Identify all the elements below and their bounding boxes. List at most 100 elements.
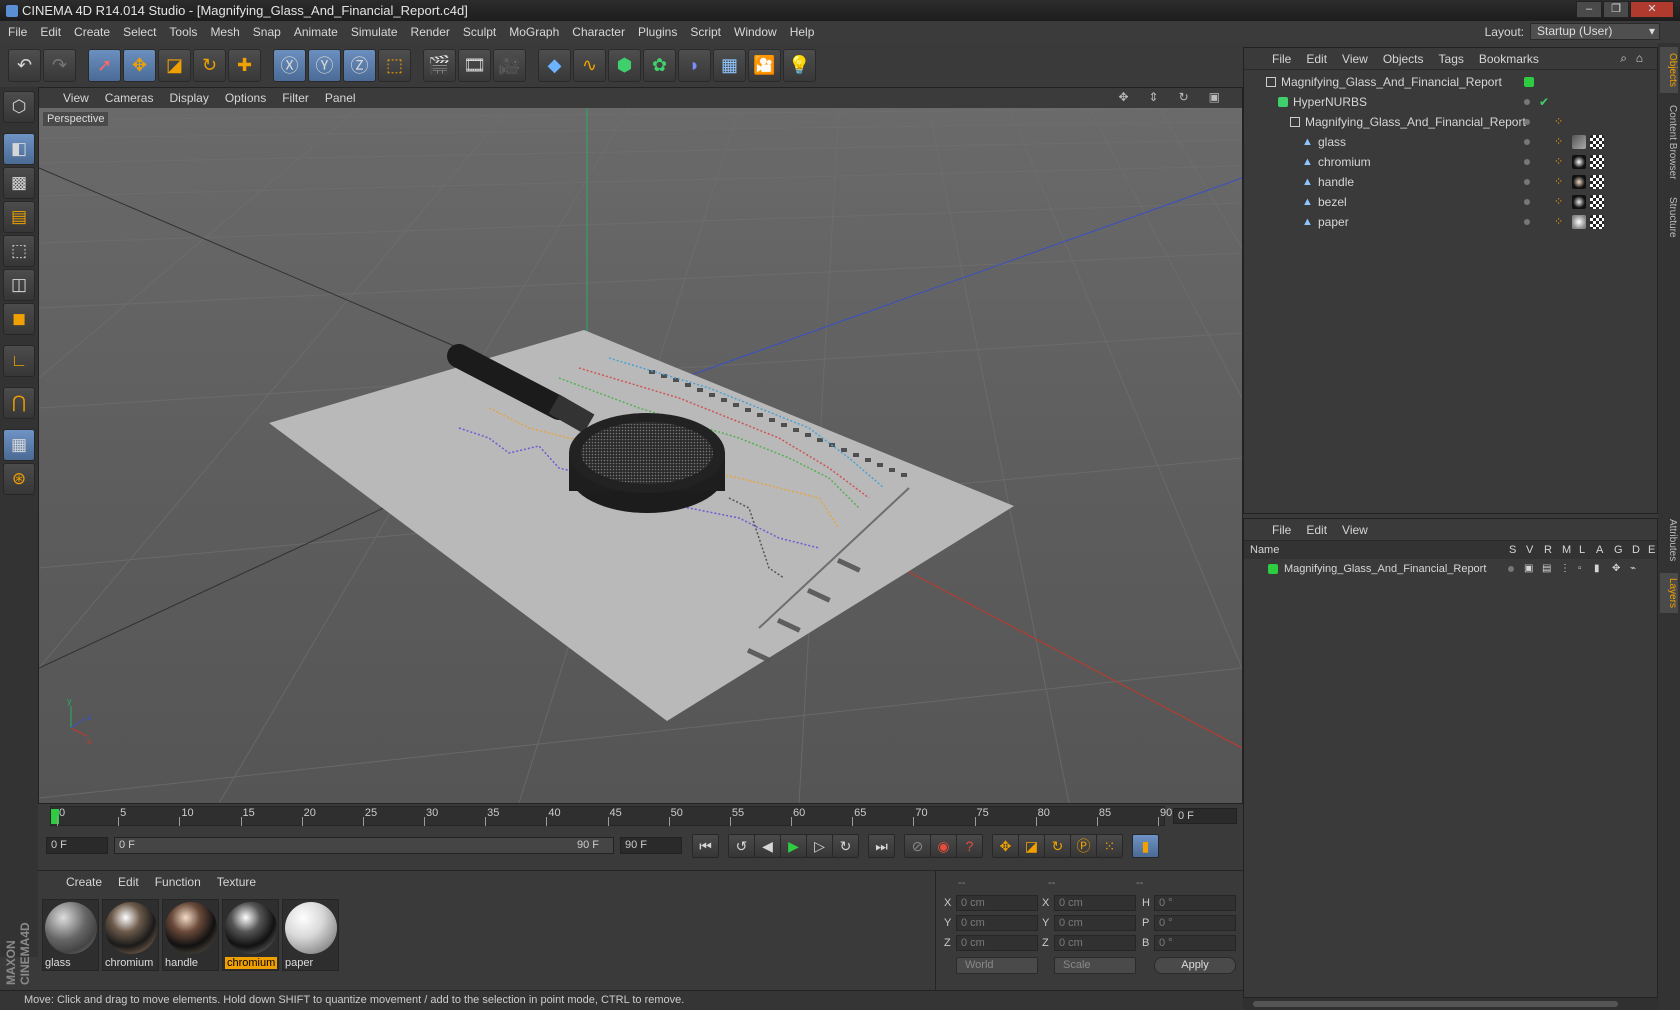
menu-create[interactable]: Create [74,25,110,39]
material-paper[interactable]: paper [282,899,339,971]
menu-sculpt[interactable]: Sculpt [463,25,496,39]
layer-solo-dot[interactable] [1508,566,1514,572]
next-frame-button[interactable]: ▷ [806,834,833,858]
add-camera-button[interactable]: 🎦 [748,48,781,82]
menu-window[interactable]: Window [734,25,777,39]
layers-menu-edit[interactable]: Edit [1306,523,1327,537]
material-tag-icon[interactable] [1572,215,1586,229]
viewport-orbit-icon[interactable]: ↻ [1179,90,1189,104]
layer-lock-icon[interactable]: ▫ [1578,559,1582,579]
viewport-pan-icon[interactable]: ✥ [1118,90,1128,104]
menu-plugins[interactable]: Plugins [638,25,677,39]
start-frame-field[interactable]: 0 F [46,837,108,854]
material-menu-edit[interactable]: Edit [118,875,139,889]
layers-menu-file[interactable]: File [1272,523,1291,537]
y-axis-lock-button[interactable]: Ⓨ [308,48,341,82]
soft-selection-button[interactable]: ⊛ [3,463,35,495]
axis-mode-button[interactable]: ∟ [3,345,35,377]
phong-tag-icon[interactable]: ⁘ [1554,152,1563,172]
coordinate-system-button[interactable]: ⬚ [378,48,411,82]
tab-objects[interactable]: Objects [1660,47,1678,93]
apply-button[interactable]: Apply [1154,957,1236,974]
menu-render[interactable]: Render [411,25,450,39]
autokey-button[interactable]: ◉ [930,834,957,858]
texture-mode-button[interactable]: ▩ [3,167,35,199]
layer-generator-icon[interactable]: ✥ [1612,559,1620,579]
x-axis-lock-button[interactable]: Ⓧ [273,48,306,82]
menu-character[interactable]: Character [572,25,625,39]
live-selection-button[interactable]: ➚ [88,48,121,82]
material-menu-create[interactable]: Create [66,875,102,889]
visibility-dot[interactable] [1524,99,1530,105]
material-menu-function[interactable]: Function [155,875,201,889]
menu-help[interactable]: Help [790,25,815,39]
layer-animation-icon[interactable]: ▮ [1594,559,1600,579]
workplane-lock-button[interactable]: ▦ [3,429,35,461]
render-picture-viewer-button[interactable]: 🎞 [458,48,491,82]
objects-menu-edit[interactable]: Edit [1306,52,1327,66]
menu-simulate[interactable]: Simulate [351,25,398,39]
viewport-menu-display[interactable]: Display [169,91,208,105]
size-z-field[interactable]: 0 cm [1054,935,1136,951]
material-tag-icon[interactable] [1572,155,1586,169]
key-parameter-button[interactable]: Ⓟ [1070,834,1097,858]
move-tool-button[interactable]: ✥ [123,48,156,82]
record-keys-button[interactable]: ⊘ [904,834,931,858]
points-mode-button[interactable]: ⬚ [3,235,35,267]
redo-button[interactable]: ↷ [43,48,76,82]
menu-animate[interactable]: Animate [294,25,338,39]
close-button[interactable]: ✕ [1630,1,1674,18]
go-to-start-button[interactable]: ⏮ [692,834,719,858]
viewport-toggle-icon[interactable]: ▣ [1209,90,1220,104]
previous-frame-button[interactable]: ◀ [754,834,781,858]
perspective-viewport[interactable]: View Cameras Display Options Filter Pane… [38,87,1243,804]
visibility-dot[interactable] [1524,199,1530,205]
timeline-ruler[interactable]: 0 5 10 15 20 25 30 35 40 45 50 55 60 65 70 75 80 85 90 [50,806,1172,826]
object-row[interactable]: Magnifying_Glass_And_Financial_Report ⁘ [1244,112,1657,132]
render-view-button[interactable]: 🎬 [423,48,456,82]
object-row[interactable]: ▲ bezel ⁘ [1244,192,1657,212]
object-row[interactable]: HyperNURBS ✔ [1244,92,1657,112]
key-pla-button[interactable]: ⁙ [1096,834,1123,858]
menu-edit[interactable]: Edit [40,25,61,39]
add-deformer-button[interactable]: ◗ [678,48,711,82]
phong-tag-icon[interactable]: ⁘ [1554,132,1563,152]
phong-tag-icon[interactable]: ⁘ [1554,212,1563,232]
material-tag-icon[interactable] [1572,135,1586,149]
search-icon[interactable]: ⌕ [1620,51,1627,66]
layers-menu-view[interactable]: View [1342,523,1368,537]
visibility-dot[interactable] [1524,219,1530,225]
next-key-button[interactable]: ↻ [832,834,859,858]
objects-menu-bookmarks[interactable]: Bookmarks [1479,52,1539,66]
tab-attributes[interactable]: Attributes [1660,513,1678,567]
object-row[interactable]: ▲ handle ⁘ [1244,172,1657,192]
object-row[interactable]: ▲ paper ⁘ [1244,212,1657,232]
current-frame-field[interactable]: 0 F [1173,808,1237,824]
polygons-mode-button[interactable]: ◼ [3,303,35,335]
menu-tools[interactable]: Tools [169,25,197,39]
previous-key-button[interactable]: ↺ [728,834,755,858]
objects-menu-view[interactable]: View [1342,52,1368,66]
rotation-b-field[interactable]: 0 ° [1154,935,1236,951]
layer-color-swatch[interactable] [1268,564,1278,574]
menu-select[interactable]: Select [123,25,156,39]
key-position-button[interactable]: ✥ [992,834,1019,858]
add-cube-button[interactable]: ◆ [538,48,571,82]
position-x-field[interactable]: 0 cm [956,895,1038,911]
keyframe-selection-button[interactable]: ? [956,834,983,858]
texture-tag-icon[interactable] [1590,155,1604,169]
make-editable-button[interactable]: ⬡ [3,91,35,123]
add-light-button[interactable]: 💡 [783,48,816,82]
tab-content-browser[interactable]: Content Browser [1660,99,1678,185]
key-rotation-button[interactable]: ↻ [1044,834,1071,858]
texture-tag-icon[interactable] [1590,135,1604,149]
objects-menu-file[interactable]: File [1272,52,1291,66]
phong-tag-icon[interactable]: ⁘ [1554,172,1563,192]
objects-menu-objects[interactable]: Objects [1383,52,1424,66]
undo-button[interactable]: ↶ [8,48,41,82]
workplane-mode-button[interactable]: ▤ [3,201,35,233]
play-button[interactable]: ▶ [780,834,807,858]
scrollbar-thumb[interactable] [1253,1001,1618,1007]
end-frame-field[interactable]: 90 F [620,837,682,854]
texture-tag-icon[interactable] [1590,215,1604,229]
